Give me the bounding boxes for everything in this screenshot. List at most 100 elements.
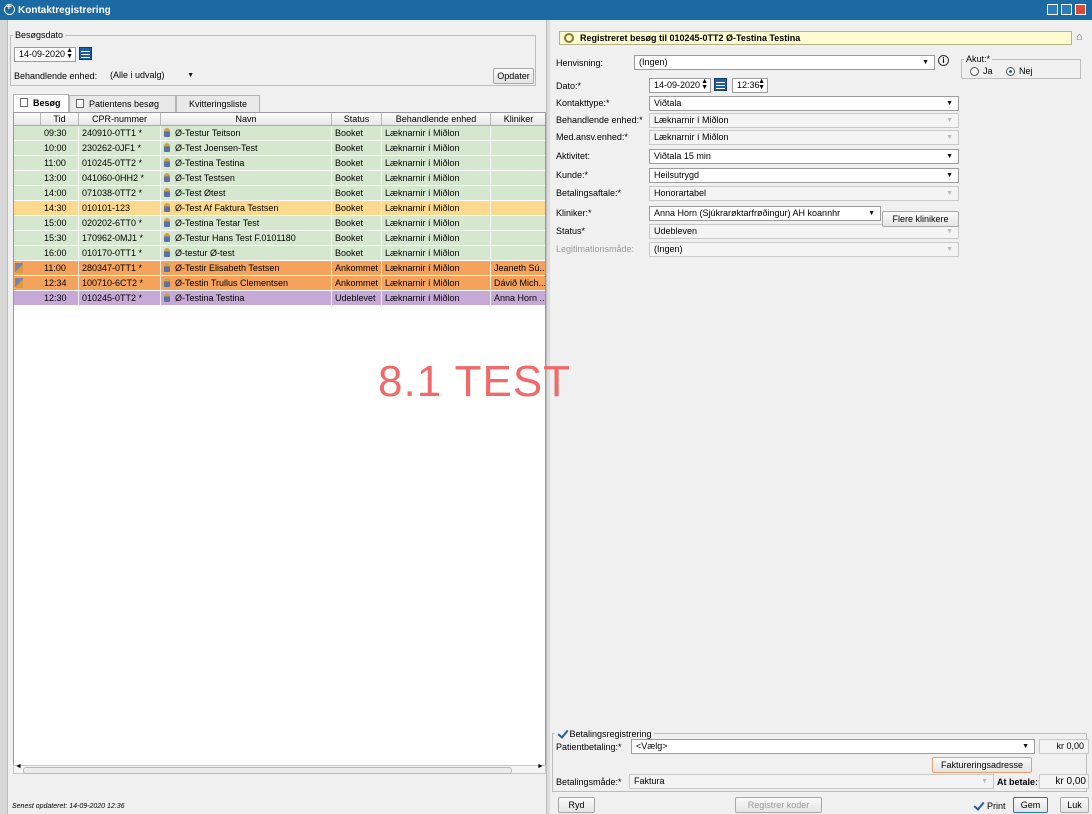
cell-text: 14:00 [44, 188, 67, 198]
col-header-cpr[interactable]: CPR-nummer [79, 113, 161, 126]
cell-cpr: 100710-6CT2 * [79, 276, 161, 290]
cell-cpr: 010245-0TT2 * [79, 291, 161, 305]
table-row[interactable]: 12:30 010245-0TT2 * Ø-Testina Testina Udebl… [14, 291, 545, 306]
person-icon [164, 143, 170, 152]
akut-ja-radio[interactable] [970, 67, 979, 76]
field-select[interactable]: Heilsutrygd ▼ [649, 168, 959, 183]
table-row[interactable]: 11:00 010245-0TT2 * Ø-Testina Testina Booke… [14, 156, 545, 171]
cell-text: Ø-Testir Elisabeth Testsen [175, 263, 280, 273]
cell-text: 280347-0TT1 * [82, 263, 143, 273]
registration-header: Registreret besøg til 010245-0TT2 Ø-Test… [559, 31, 1072, 45]
field-select[interactable]: Viðtala 15 min ▼ [649, 149, 959, 164]
henvisning-select[interactable]: (Ingen) ▼ [634, 55, 935, 70]
cell-kliniker: Anna Horn ... [491, 291, 545, 305]
print-checkbox-icon[interactable] [973, 800, 983, 810]
table-row[interactable]: 13:00 041060-0HH2 * Ø-Test Testsen Booket Læ… [14, 171, 545, 186]
spin-icon[interactable]: ▲ ▼ [758, 79, 765, 91]
visit-grid[interactable]: Tid CPR-nummer Navn Status Behandlende e… [13, 112, 546, 766]
cell-text: 010245-0TT2 * [82, 293, 143, 303]
table-row[interactable]: 14:00 071038-0TT2 * Ø-Test Øtest Booket Lækn… [14, 186, 545, 201]
payment-checkbox-icon[interactable] [557, 728, 567, 738]
cell-text: Læknarnir í Miðlon [385, 158, 460, 168]
col-header-tid[interactable]: Tid [41, 113, 79, 126]
visit-date-input[interactable]: 14-09-2020 ▲ ▼ [14, 47, 76, 62]
table-row[interactable]: 09:30 240910-0TT1 * Ø-Testur Teitson Booket… [14, 126, 545, 141]
akut-nej-radio[interactable] [1006, 67, 1015, 76]
printer-icon[interactable]: ⌂ [1076, 31, 1083, 43]
row-marker [14, 141, 41, 155]
cell-text: Booket [335, 203, 364, 213]
cell-text: Booket [335, 143, 364, 153]
luk-button[interactable]: Luk [1060, 797, 1089, 813]
cell-text: 100710-6CT2 * [82, 278, 144, 288]
info-icon[interactable]: i [938, 55, 949, 66]
cell-text: Ø-Test Testsen [175, 173, 235, 183]
col-header-status[interactable]: Status [332, 113, 382, 126]
cell-cpr: 020202-6TT0 * [79, 216, 161, 230]
field-select[interactable]: Anna Horn (Sjúkrarøktarfrøðingur) AH koa… [649, 206, 881, 221]
window-titlebar: Kontaktregistrering [0, 0, 1092, 20]
field-label: Aktivitet: [556, 151, 591, 161]
close-icon[interactable] [1075, 4, 1086, 15]
ryd-button[interactable]: Ryd [558, 797, 595, 813]
restore-icon[interactable] [1061, 4, 1072, 15]
gem-button[interactable]: Gem [1013, 797, 1048, 813]
panel-divider[interactable] [546, 20, 550, 814]
cell-kliniker [491, 186, 545, 200]
scroll-left-icon[interactable]: ◄ [15, 763, 22, 770]
cell-text: 11:00 [44, 158, 66, 168]
calendar-icon[interactable] [79, 47, 92, 60]
update-button[interactable]: Opdater [493, 68, 534, 84]
spin-icon[interactable]: ▲ ▼ [66, 48, 73, 60]
dropdown-arrow-icon: ▼ [946, 172, 953, 179]
table-row[interactable]: 15:30 170962-0MJ1 * Ø-Testur Hans Test F.0… [14, 231, 545, 246]
scrollbar-thumb[interactable] [23, 767, 512, 774]
col-header-kliniker[interactable]: Kliniker [491, 113, 545, 126]
cell-status: Booket [332, 231, 382, 245]
table-row[interactable]: 11:00 280347-0TT1 * Ø-Testir Elisabeth Tes… [14, 261, 545, 276]
cell-navn: Ø-Test Øtest [161, 186, 332, 200]
grid-horizontal-scrollbar[interactable]: ◄ ► [13, 763, 546, 774]
cell-text: Ø-testur Ø-test [175, 248, 235, 258]
patientbetaling-value: <Vælg> [636, 741, 668, 751]
field-label: Kliniker:* [556, 208, 592, 218]
field-select[interactable]: Viðtala ▼ [649, 96, 959, 111]
tab-patientens-besog[interactable]: Patientens besøg [69, 95, 176, 112]
cell-text: Booket [335, 188, 364, 198]
table-row[interactable]: 16:00 010170-0TT1 * Ø-testur Ø-test Booket L… [14, 246, 545, 261]
person-icon [164, 218, 170, 227]
cell-status: Ankommet [332, 261, 382, 275]
cell-tid: 16:00 [41, 246, 79, 260]
tab-kvitteringsliste[interactable]: Kvitteringsliste [176, 95, 260, 112]
at-betale-value: kr 0,00 [1039, 774, 1089, 789]
table-row[interactable]: 14:30 010101-123 Ø-Test Af Faktura Testsen… [14, 201, 545, 216]
col-header-enhed[interactable]: Behandlende enhed [382, 113, 491, 126]
spin-icon[interactable]: ▲ ▼ [701, 79, 708, 91]
cell-cpr: 280347-0TT1 * [79, 261, 161, 275]
cell-text: Læknarnir í Miðlon [385, 293, 460, 303]
faktureringsadresse-button[interactable]: Faktureringsadresse [932, 757, 1032, 773]
dato-input[interactable]: 14-09-2020 ▲ ▼ [649, 78, 711, 93]
enhed-value: (Alle i udvalg) [110, 70, 165, 80]
cell-text: Booket [335, 218, 364, 228]
payment-legend[interactable]: Betalingsregistrering [555, 728, 654, 739]
field-value: (Ingen) [654, 244, 683, 254]
henvisning-value: (Ingen) [639, 57, 668, 67]
calendar-icon[interactable] [714, 78, 727, 91]
cell-enhed: Læknarnir í Miðlon [382, 171, 491, 185]
enhed-select[interactable]: (Alle i udvalg) ▼ [105, 68, 200, 83]
flere-klinikere-button[interactable]: Flere klinikere [882, 211, 959, 227]
cell-navn: Ø-Testir Elisabeth Testsen [161, 261, 332, 275]
field-select: Honorartabel ▼ [649, 186, 959, 201]
minimize-icon[interactable] [1047, 4, 1058, 15]
cell-text: 071038-0TT2 * [82, 188, 143, 198]
time-input[interactable]: 12:36 ▲ ▼ [732, 78, 768, 93]
scroll-right-icon[interactable]: ► [537, 763, 544, 770]
dropdown-arrow-icon: ▼ [946, 246, 953, 253]
patientbetaling-select[interactable]: <Vælg> ▼ [631, 739, 1035, 754]
tab-besog[interactable]: Besøg [13, 94, 69, 112]
table-row[interactable]: 12:34 100710-6CT2 * Ø-Testin Trullus Cleme… [14, 276, 545, 291]
table-row[interactable]: 15:00 020202-6TT0 * Ø-Testina Testar Test B… [14, 216, 545, 231]
col-header-navn[interactable]: Navn [161, 113, 332, 126]
table-row[interactable]: 10:00 230262-0JF1 * Ø-Test Joensen-Test Boo… [14, 141, 545, 156]
